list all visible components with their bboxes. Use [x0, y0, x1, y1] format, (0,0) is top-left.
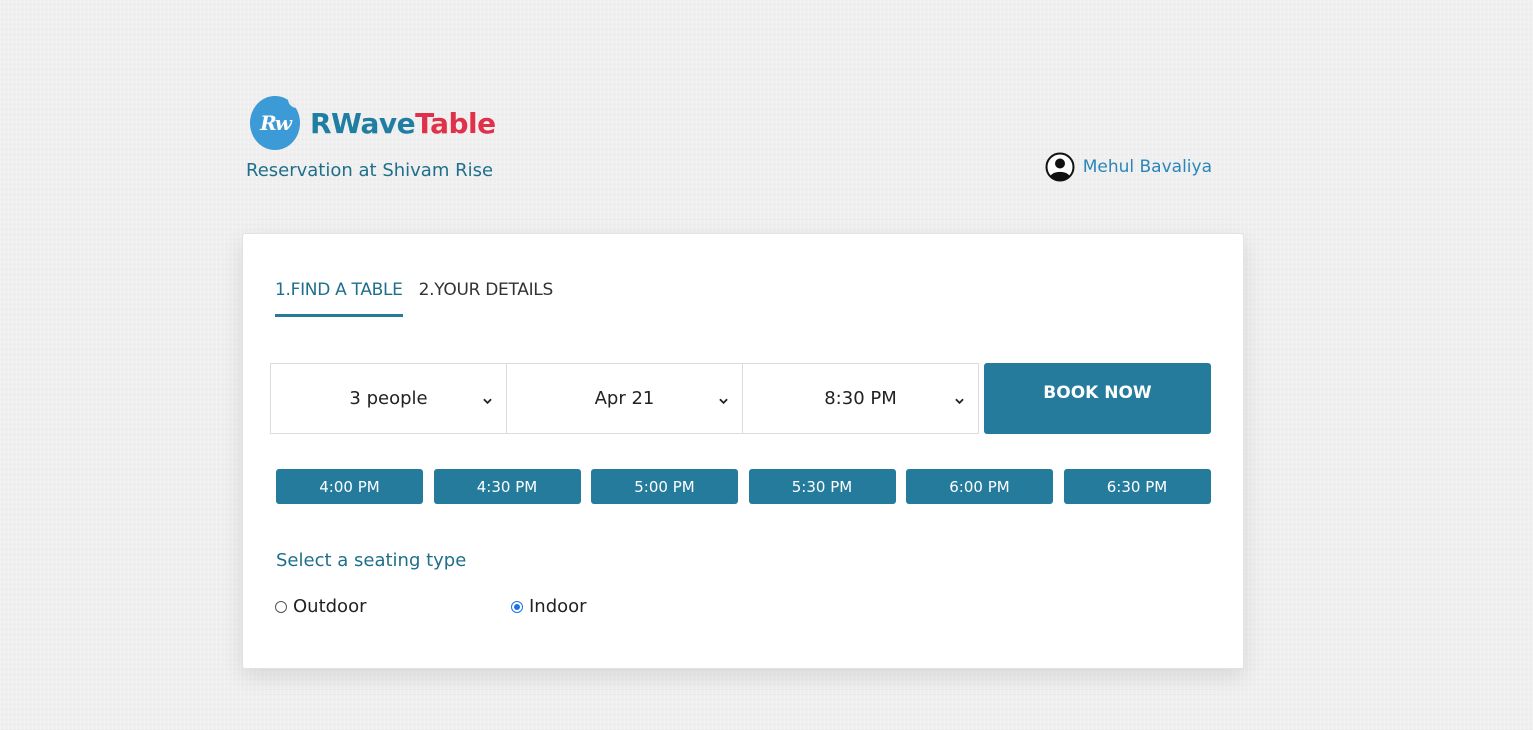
time-slot-button[interactable]: 5:30 PM	[748, 469, 896, 504]
party-size-value: 3 people	[349, 388, 428, 409]
seating-option-outdoor[interactable]: Outdoor	[275, 596, 511, 617]
party-size-select[interactable]: 3 people	[270, 363, 507, 434]
page-header: Rw RWaveTable Reservation at Shivam Rise…	[246, 96, 1212, 186]
brand-logo[interactable]: Rw RWaveTable	[250, 96, 496, 150]
time-value: 8:30 PM	[824, 388, 897, 409]
chevron-down-icon	[483, 398, 492, 404]
brand-monogram: Rw	[260, 111, 292, 135]
seating-type-options: Outdoor Indoor	[275, 596, 587, 617]
brand-logo-mark: Rw	[250, 96, 300, 150]
brand-name-part2: Table	[415, 106, 496, 140]
seating-type-heading: Select a seating type	[276, 550, 467, 571]
chevron-down-icon	[719, 398, 728, 404]
brand-name: RWaveTable	[310, 107, 496, 140]
time-slot-button[interactable]: 4:00 PM	[276, 469, 423, 504]
time-slot-button[interactable]: 6:00 PM	[906, 469, 1053, 504]
time-slot-button[interactable]: 4:30 PM	[433, 469, 581, 504]
outdoor-label: Outdoor	[293, 596, 367, 617]
search-selectors: 3 people Apr 21 8:30 PM BOOK NOW	[270, 363, 1211, 434]
tab-your-details[interactable]: 2.YOUR DETAILS	[419, 280, 554, 317]
chevron-down-icon	[955, 398, 964, 404]
date-select[interactable]: Apr 21	[506, 363, 743, 434]
time-slot-button[interactable]: 6:30 PM	[1063, 469, 1211, 504]
time-slot-list: 4:00 PM 4:30 PM 5:00 PM 5:30 PM 6:00 PM …	[276, 469, 1211, 504]
book-now-button[interactable]: BOOK NOW	[984, 363, 1211, 434]
seating-option-indoor[interactable]: Indoor	[511, 596, 587, 617]
user-avatar-icon	[1045, 152, 1075, 182]
indoor-label: Indoor	[529, 596, 587, 617]
user-menu[interactable]: Mehul Bavaliya	[1045, 152, 1212, 182]
time-slot-button[interactable]: 5:00 PM	[591, 469, 738, 504]
time-select[interactable]: 8:30 PM	[742, 363, 979, 434]
brand-name-part1: RWave	[310, 106, 416, 140]
tab-find-a-table[interactable]: 1.FIND A TABLE	[275, 280, 403, 317]
user-name: Mehul Bavaliya	[1082, 157, 1212, 177]
date-value: Apr 21	[594, 388, 655, 409]
page-subtitle: Reservation at Shivam Rise	[246, 160, 494, 181]
outdoor-radio[interactable]	[275, 600, 287, 613]
step-tabs: 1.FIND A TABLE 2.YOUR DETAILS	[275, 280, 569, 317]
reservation-card: 1.FIND A TABLE 2.YOUR DETAILS 3 people A…	[242, 233, 1244, 669]
indoor-radio[interactable]	[511, 600, 523, 613]
